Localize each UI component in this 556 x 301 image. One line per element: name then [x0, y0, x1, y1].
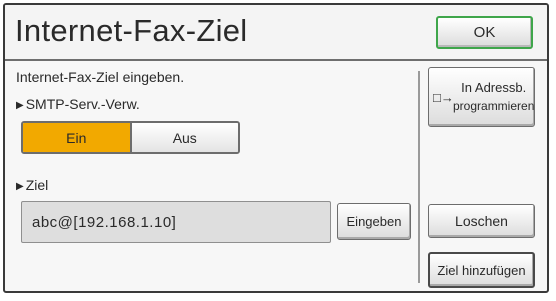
add-destination-button[interactable]: Ziel hinzufügen: [428, 252, 535, 288]
ziel-label-text: Ziel: [25, 177, 49, 193]
right-triangle-icon: ▶: [16, 181, 24, 192]
internet-fax-dialog: Internet-Fax-Ziel OK Internet-Fax-Ziel e…: [3, 3, 549, 293]
register-in-address-book-button[interactable]: □→ In Adressb. programmieren: [428, 67, 535, 127]
ok-button[interactable]: OK: [436, 16, 533, 49]
smtp-label-text: SMTP-Serv.-Verw.: [25, 96, 140, 112]
vertical-divider: [418, 71, 420, 283]
register-button-text: In Adressb. programmieren: [453, 79, 534, 115]
register-button-line1: In Adressb.: [461, 80, 527, 95]
title-bar: Internet-Fax-Ziel OK: [5, 5, 547, 61]
destination-address-field[interactable]: abc@[192.168.1.10]: [21, 201, 331, 243]
ziel-label: ▶ Ziel: [16, 177, 48, 193]
dialog-title: Internet-Fax-Ziel: [15, 13, 248, 48]
instruction-text: Internet-Fax-Ziel eingeben.: [16, 69, 185, 85]
right-triangle-icon: ▶: [16, 100, 24, 111]
register-button-line2: programmieren: [453, 99, 535, 113]
smtp-ein-button[interactable]: Ein: [23, 123, 132, 152]
smtp-toggle-group: Ein Aus: [21, 121, 240, 154]
smtp-label: ▶ SMTP-Serv.-Verw.: [16, 96, 140, 112]
delete-button[interactable]: Loschen: [428, 204, 535, 238]
eingeben-button[interactable]: Eingeben: [337, 203, 411, 240]
smtp-aus-button[interactable]: Aus: [131, 123, 238, 152]
address-book-register-icon: □→: [433, 89, 454, 105]
